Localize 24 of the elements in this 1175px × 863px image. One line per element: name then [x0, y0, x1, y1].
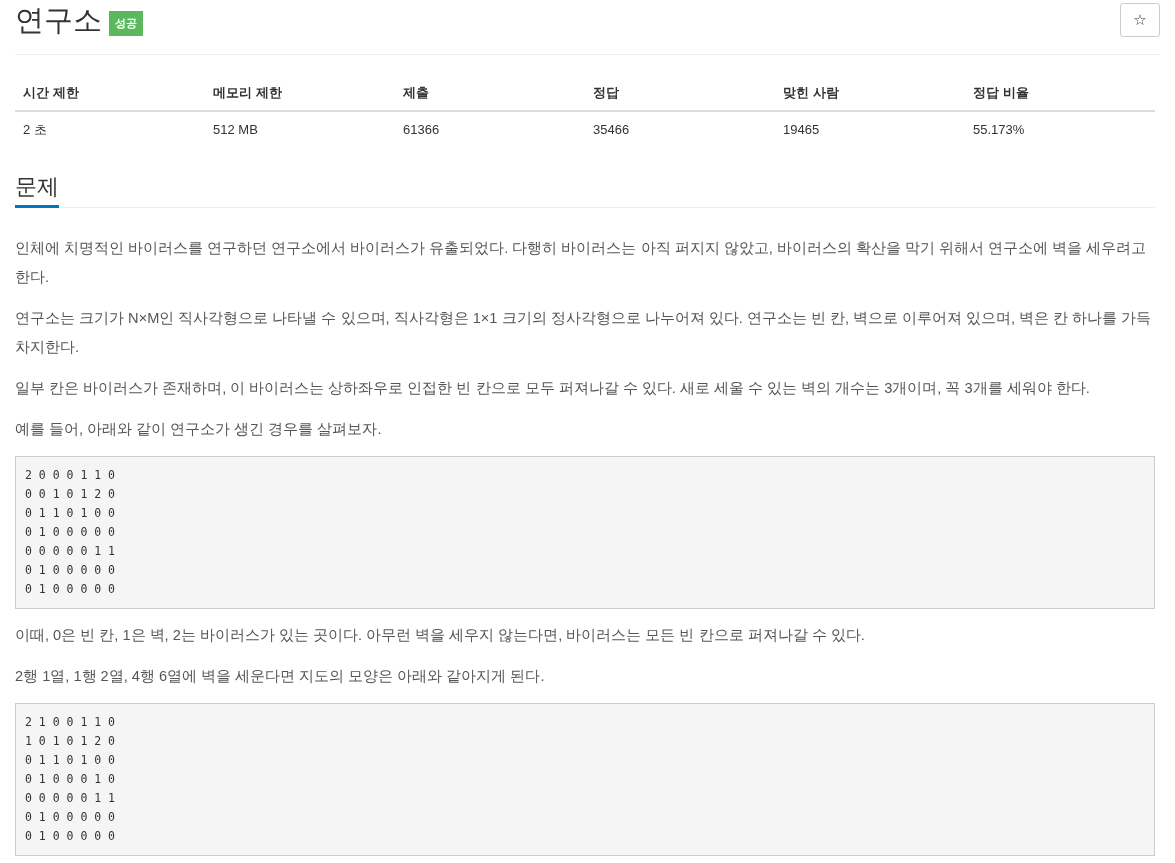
column-header: 메모리 제한: [205, 75, 395, 111]
table-cell: 2 초: [15, 111, 205, 147]
code-block: 2 0 0 0 1 1 0 0 0 1 0 1 2 0 0 1 1 0 1 0 0 0 1 0 0 0 0 0 0 0 0 0 0 1 1 0 1 0 0 0 0 0 0 1 0 0 0 0 0: [15, 456, 1155, 609]
column-header: 정답: [585, 75, 775, 111]
table-cell: 35466: [585, 111, 775, 147]
status-label: 성공: [109, 10, 143, 36]
paragraph: 2행 1열, 1행 2열, 4행 6열에 벽을 세운다면 지도의 모양은 아래와 같아지게 된다.: [15, 667, 546, 686]
column-header: 시간 제한: [15, 75, 205, 111]
table-cell: 19465: [775, 111, 965, 147]
section-heading: 문제: [15, 173, 59, 208]
paragraph: 일부 칸은 바이러스가 존재하며, 이 바이러스는 상하좌우로 인접한 빈 칸으로 모두 퍼져나갈 수 있다. 새로 세울 수 있는 벽의 개수는 3개이며, 꼭 3개를 세워야 한다.: [15, 379, 1091, 398]
paragraph: 연구소는 크기가 N×M인 직사각형으로 나타낼 수 있으며, 직사각형은 1×1 크기의 정사각형으로 나누어져 있다. 연구소는 빈 칸, 벽으로 이루어져 있으며, 벽은 칸 하나를 가득 차지한다.: [15, 309, 1153, 357]
column-header: 제출: [395, 75, 585, 111]
table-cell: 512 MB: [205, 111, 395, 147]
column-header: 정답 비율: [965, 75, 1155, 111]
table-cell: 55.173%: [965, 111, 1155, 147]
paragraph: 예를 들어, 아래와 같이 연구소가 생긴 경우를 살펴보자.: [15, 420, 383, 439]
code-block: 2 1 0 0 1 1 0 1 0 1 0 1 2 0 0 1 1 0 1 0 0 0 1 0 0 0 1 0 0 0 0 0 0 1 1 0 1 0 0 0 0 0 0 1 0 0 0 0 0: [15, 703, 1155, 856]
table-cell: 61366: [395, 111, 585, 147]
column-header: 맞힌 사람: [775, 75, 965, 111]
problem-title: 연구소: [15, 3, 102, 38]
paragraph: 이때, 0은 빈 칸, 1은 벽, 2는 바이러스가 있는 곳이다. 아무런 벽을 세우지 않는다면, 바이러스는 모든 빈 칸으로 퍼져나갈 수 있다.: [15, 626, 866, 645]
star-button[interactable]: ☆: [1120, 3, 1160, 37]
paragraph: 인체에 치명적인 바이러스를 연구하던 연구소에서 바이러스가 유출되었다. 다행히 바이러스는 아직 퍼지지 않았고, 바이러스의 확산을 막기 위해서 연구소에 벽을 세우려고 한다.: [15, 239, 1148, 287]
